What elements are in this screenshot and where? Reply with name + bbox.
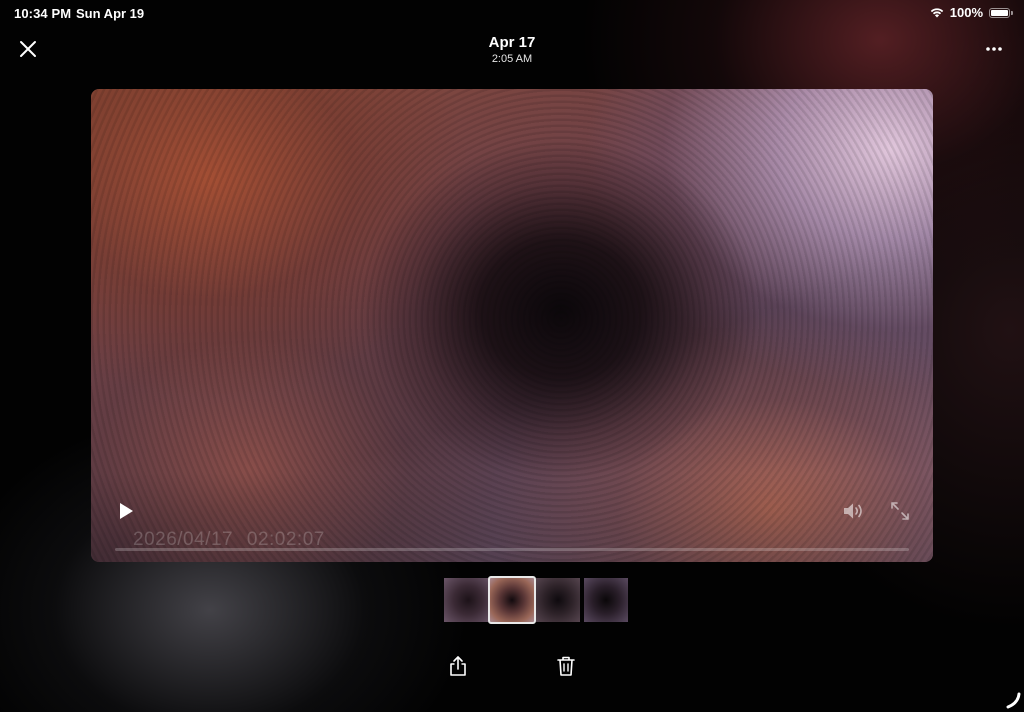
status-time: 10:34 PM [14, 6, 72, 21]
thumbnail-item[interactable] [444, 578, 488, 622]
volume-button[interactable] [840, 499, 866, 523]
page-subtitle: 2:05 AM [491, 53, 533, 65]
status-bar: 10:34 PM Sun Apr 19 100% [0, 0, 1024, 28]
thumbnail-item[interactable] [584, 578, 628, 622]
close-button[interactable] [16, 37, 40, 61]
play-button[interactable] [115, 500, 137, 522]
video-player[interactable]: 2026/04/17 02:02:07 [91, 89, 933, 562]
thumbnail-item-selected[interactable] [488, 576, 536, 624]
battery-percent: 100% [949, 5, 983, 20]
status-date: Sun Apr 19 [76, 6, 145, 21]
home-indicator [1003, 690, 1023, 710]
share-icon [450, 656, 466, 676]
video-scrubber[interactable] [115, 548, 909, 551]
expand-icon [891, 502, 909, 520]
battery-tip [1011, 10, 1013, 15]
play-icon [120, 503, 133, 519]
page-title: Apr 17 [488, 34, 536, 51]
battery-icon [989, 7, 1013, 18]
photo-viewer-screen: 10:34 PM Sun Apr 19 100% Apr 17 2:05 AM [0, 0, 1024, 712]
more-button[interactable] [982, 38, 1006, 60]
share-button[interactable] [447, 654, 469, 678]
trash-icon [557, 656, 575, 676]
delete-button[interactable] [555, 654, 577, 678]
fullscreen-button[interactable] [889, 500, 911, 522]
battery-fill [991, 9, 1008, 16]
thumbnail-strip [444, 576, 634, 624]
more-icon [986, 47, 1002, 51]
thumbnail-item[interactable] [536, 578, 580, 622]
close-icon [20, 41, 36, 57]
volume-icon [844, 503, 862, 519]
title-block: Apr 17 2:05 AM [362, 34, 662, 66]
status-indicators: 100% [930, 5, 1013, 20]
wifi-icon [930, 7, 944, 18]
